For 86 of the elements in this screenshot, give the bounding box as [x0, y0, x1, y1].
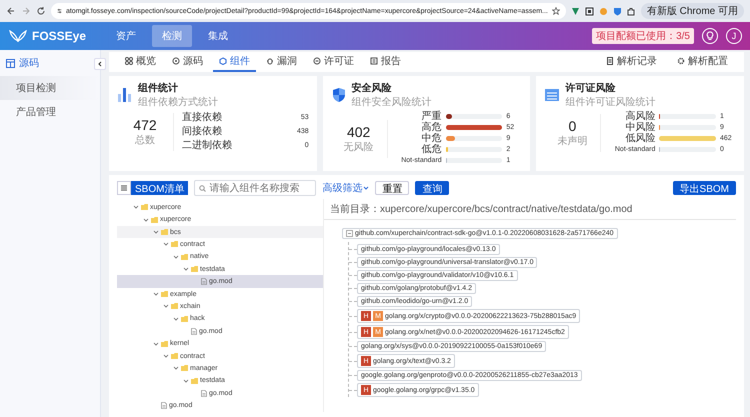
avatar[interactable]: J — [726, 28, 742, 44]
list-icon — [120, 184, 128, 192]
chevron-icon[interactable] — [173, 254, 179, 260]
quota-badge: 项目配额已使用：3/5 — [592, 28, 694, 44]
settings-icon — [677, 57, 685, 65]
table-icon — [6, 58, 15, 68]
card-title: 许可证风险 — [565, 82, 616, 95]
cube-icon — [219, 57, 227, 65]
file-icon — [191, 328, 197, 335]
card-subtitle: 组件许可证风险统计 — [565, 96, 656, 109]
sidebar-section[interactable]: 源码 — [19, 56, 39, 70]
update-button[interactable]: 有新版 Chrome 可用 — [640, 3, 744, 19]
bar-chart-icon — [117, 87, 133, 103]
sbom-list-button[interactable]: SBOM清单 — [131, 181, 188, 195]
total-label: 总数 — [135, 134, 155, 147]
logo-text: FOSSEye — [32, 29, 86, 43]
grid-icon — [125, 57, 133, 65]
risk-label: 高风险 — [624, 111, 656, 122]
risk-label: 低风险 — [624, 133, 656, 144]
tab[interactable]: 许可证 — [307, 52, 360, 72]
record-button[interactable]: 解析记录 — [600, 52, 663, 72]
card-subtitle: 组件依赖方式统计 — [138, 96, 218, 109]
chevron-icon[interactable] — [163, 353, 169, 360]
dependency-label: 间接依赖 — [182, 125, 222, 139]
file-icon — [161, 402, 167, 410]
total-count: 402 — [346, 124, 370, 140]
search-icon — [199, 184, 206, 192]
tab[interactable]: 组件 — [213, 52, 256, 72]
lightbulb-icon[interactable] — [702, 28, 718, 44]
reload-icon[interactable] — [36, 6, 46, 16]
collapse-icon[interactable] — [346, 230, 353, 237]
logo-icon — [8, 30, 28, 42]
nav-tab[interactable]: 资产 — [106, 25, 146, 47]
file-icon — [201, 278, 207, 286]
chevron-icon[interactable] — [183, 266, 189, 272]
query-button[interactable]: 查询 — [415, 181, 450, 195]
chevron-icon[interactable] — [183, 378, 189, 384]
chevron-left-icon — [97, 61, 103, 67]
chevron-icon[interactable] — [143, 216, 149, 223]
chevron-icon[interactable] — [133, 204, 139, 210]
card-subtitle: 组件安全风险统计 — [352, 96, 432, 109]
chevron-down-icon — [363, 185, 370, 191]
chevron-icon[interactable] — [153, 340, 159, 347]
tab[interactable]: 漏洞 — [260, 52, 303, 72]
card-title: 安全风险 — [352, 81, 393, 95]
document-icon — [606, 57, 614, 65]
list-icon — [544, 87, 560, 103]
chevron-icon[interactable] — [153, 291, 159, 298]
list-view-button[interactable] — [117, 181, 131, 195]
total-count: 0 — [568, 118, 576, 134]
file-icon — [201, 390, 207, 397]
risk-label: 中危 — [420, 133, 442, 144]
star-icon[interactable] — [552, 7, 560, 15]
document-icon — [370, 57, 378, 65]
tab[interactable]: 源码 — [166, 52, 209, 72]
total-label: 未声明 — [557, 134, 588, 148]
total-label: 无风险 — [344, 140, 374, 154]
card-title: 组件统计 — [138, 82, 179, 95]
tab[interactable]: 报告 — [364, 52, 407, 72]
export-button[interactable]: 导出SBOM — [672, 181, 736, 195]
dependency-label: 二进制依赖 — [182, 139, 232, 153]
current-path: 当前目录：xupercore/xupercore/bcs/contract/native/testdata/go.mod — [324, 199, 736, 220]
reset-button[interactable]: 重置 — [375, 181, 410, 195]
sidebar-item[interactable]: 产品管理 — [0, 100, 100, 124]
chevron-icon[interactable] — [163, 303, 169, 310]
tab[interactable]: 概览 — [119, 52, 162, 72]
shield-icon — [330, 87, 347, 103]
chevron-icon[interactable] — [173, 316, 179, 322]
dependency-label: 直接依赖 — [182, 111, 222, 125]
collapse-button[interactable] — [94, 58, 106, 70]
nav-tab[interactable]: 集成 — [198, 25, 238, 47]
chevron-icon[interactable] — [163, 241, 169, 248]
puzzle-icon[interactable] — [626, 6, 636, 16]
risk-label: 中风险 — [624, 122, 656, 133]
risk-label: 低危 — [420, 144, 442, 155]
risk-label: 高危 — [420, 122, 442, 133]
risk-label: 严重 — [420, 111, 442, 122]
config-button[interactable]: 解析配置 — [671, 52, 734, 72]
total-count: 472 — [133, 117, 157, 133]
chevron-icon[interactable] — [153, 229, 159, 236]
chevron-icon[interactable] — [173, 365, 179, 372]
gear-icon — [172, 57, 180, 65]
back-icon[interactable] — [6, 6, 16, 16]
site-settings-icon[interactable] — [57, 7, 62, 15]
filter-dropdown[interactable]: 高级筛选 — [322, 181, 370, 195]
search-field[interactable]: 请输入组件名称搜索 — [194, 180, 316, 196]
